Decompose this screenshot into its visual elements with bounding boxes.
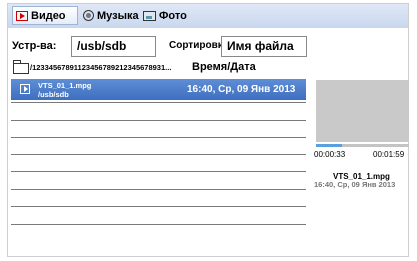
sort-select[interactable]: Имя файла xyxy=(221,36,307,57)
file-path: /usb/sdb xyxy=(38,90,69,99)
tab-video[interactable]: Видео xyxy=(12,6,78,25)
tab-photo[interactable]: Фото xyxy=(143,6,193,25)
folder-icon xyxy=(13,60,29,74)
preview-file-datetime: 16:40, Ср, 09 Янв 2013 xyxy=(314,180,396,189)
device-label: Устр-ва: xyxy=(12,40,57,52)
list-row-divider xyxy=(11,206,306,207)
tab-music-label: Музыка xyxy=(97,9,139,22)
file-datetime: 16:40, Ср, 09 Янв 2013 xyxy=(187,84,296,95)
file-name: VTS_01_1.mpg xyxy=(38,81,92,90)
playback-progress-bar[interactable] xyxy=(316,144,409,147)
video-icon xyxy=(16,10,28,21)
list-row-divider xyxy=(11,120,306,121)
media-tab-bar: Видео Музыка Фото xyxy=(8,4,408,28)
file-row-selected[interactable]: VTS_01_1.mpg /usb/sdb 16:40, Ср, 09 Янв … xyxy=(11,79,306,100)
list-row-divider xyxy=(11,137,306,138)
current-path: /12334567891123456789212345678931... xyxy=(30,63,172,72)
playback-progress-fill xyxy=(316,144,343,147)
tab-music[interactable]: Музыка xyxy=(83,6,139,25)
list-row-divider xyxy=(11,171,306,172)
list-row-divider xyxy=(11,102,306,103)
list-row-divider xyxy=(11,189,306,190)
device-select[interactable]: /usb/sdb xyxy=(71,36,156,57)
photo-icon xyxy=(143,10,156,21)
column-header-datetime[interactable]: Время/Дата xyxy=(192,61,256,73)
video-preview xyxy=(316,80,409,142)
tab-video-label: Видео xyxy=(31,9,66,22)
list-row-divider xyxy=(11,154,306,155)
play-icon xyxy=(20,84,30,94)
list-row-divider xyxy=(11,224,306,225)
music-icon xyxy=(83,10,94,21)
tab-photo-label: Фото xyxy=(159,9,187,22)
time-total: 00:01:59 xyxy=(373,150,405,159)
time-current: 00:00:33 xyxy=(314,150,346,159)
